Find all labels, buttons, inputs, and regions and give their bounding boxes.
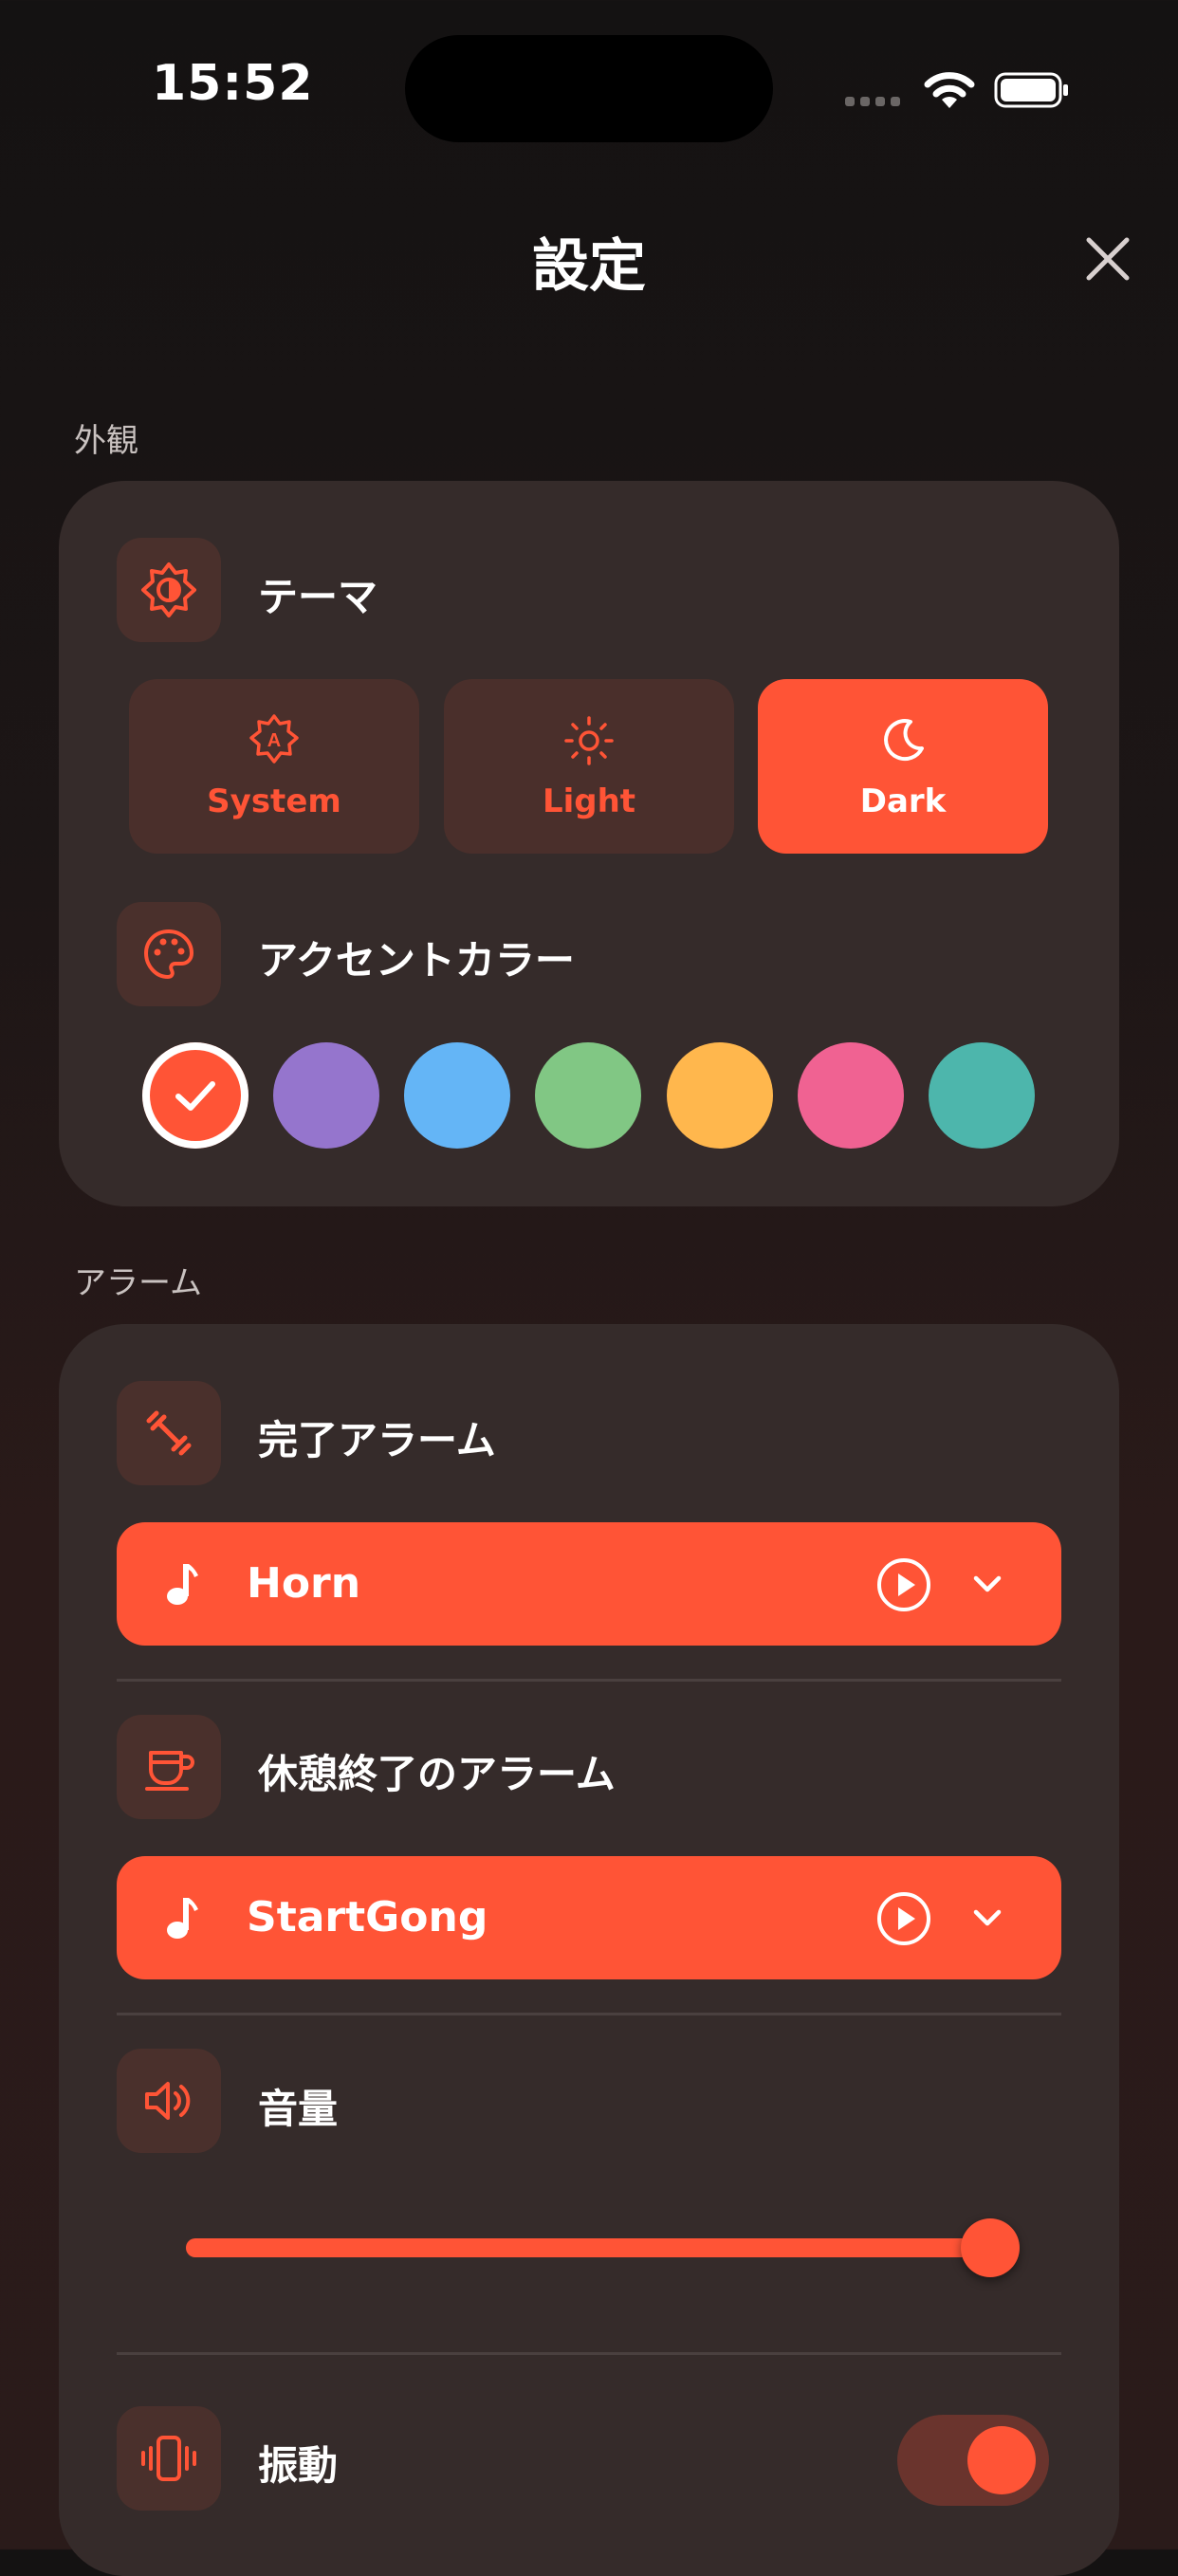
dynamic-island xyxy=(405,35,773,142)
vibration-icon xyxy=(117,2406,221,2511)
theme-label: テーマ xyxy=(258,574,378,620)
play-icon[interactable] xyxy=(875,1556,932,1613)
status-time: 15:52 xyxy=(152,55,314,112)
moon-icon xyxy=(884,719,924,762)
volume-slider-track[interactable] xyxy=(186,2238,990,2257)
volume-label: 音量 xyxy=(258,2086,339,2132)
theme-option-system[interactable]: A System xyxy=(129,679,419,854)
divider xyxy=(117,1679,1061,1682)
theme-option-light-label: Light xyxy=(542,782,636,820)
break-end-alarm-sound-name: StartGong xyxy=(247,1893,488,1941)
sun-icon xyxy=(564,716,614,765)
divider xyxy=(117,2352,1061,2355)
theme-option-dark[interactable]: Dark xyxy=(758,679,1048,854)
chevron-down-icon[interactable] xyxy=(970,1570,1004,1598)
accent-swatch-purple[interactable] xyxy=(273,1042,379,1149)
vibration-label: 振動 xyxy=(258,2442,339,2489)
theme-option-dark-label: Dark xyxy=(859,782,947,820)
accent-swatch-red[interactable] xyxy=(142,1042,248,1149)
finish-alarm-label: 完了アラーム xyxy=(258,1417,496,1463)
wifi-icon xyxy=(924,72,975,108)
volume-slider-fill xyxy=(186,2238,990,2257)
svg-text:A: A xyxy=(267,730,281,751)
accent-swatch-orange[interactable] xyxy=(667,1042,773,1149)
section-label-alarm: アラーム xyxy=(74,1264,202,1302)
finish-alarm-sound-select[interactable]: Horn xyxy=(117,1522,1061,1646)
dumbbell-icon xyxy=(117,1381,221,1485)
accent-color-label: アクセントカラー xyxy=(258,937,575,984)
cellular-signal-icon xyxy=(845,97,902,106)
finish-alarm-sound-name: Horn xyxy=(247,1559,361,1608)
theme-icon xyxy=(117,538,221,642)
accent-swatch-teal[interactable] xyxy=(929,1042,1035,1149)
auto-theme-icon: A xyxy=(249,714,299,764)
chevron-down-icon[interactable] xyxy=(970,1904,1004,1932)
break-end-alarm-sound-select[interactable]: StartGong xyxy=(117,1856,1061,1979)
page-title: 設定 xyxy=(532,233,646,300)
theme-option-system-label: System xyxy=(207,782,341,820)
vibration-toggle[interactable] xyxy=(897,2415,1049,2506)
close-icon[interactable] xyxy=(1081,232,1134,285)
theme-option-light[interactable]: Light xyxy=(444,679,734,854)
battery-icon xyxy=(994,72,1068,108)
accent-swatch-blue[interactable] xyxy=(404,1042,510,1149)
divider xyxy=(117,2013,1061,2015)
toggle-knob xyxy=(967,2426,1036,2494)
play-icon[interactable] xyxy=(875,1890,932,1947)
accent-swatch-pink[interactable] xyxy=(798,1042,904,1149)
volume-slider-thumb[interactable] xyxy=(961,2218,1020,2277)
music-note-icon xyxy=(167,1898,198,1939)
palette-icon xyxy=(117,902,221,1006)
coffee-cup-icon xyxy=(117,1715,221,1819)
section-label-appearance: 外観 xyxy=(74,422,138,460)
speaker-icon xyxy=(117,2049,221,2153)
accent-swatch-green[interactable] xyxy=(535,1042,641,1149)
checkmark-icon xyxy=(175,1081,215,1111)
music-note-icon xyxy=(167,1564,198,1605)
break-end-alarm-label: 休憩終了のアラーム xyxy=(258,1751,616,1797)
